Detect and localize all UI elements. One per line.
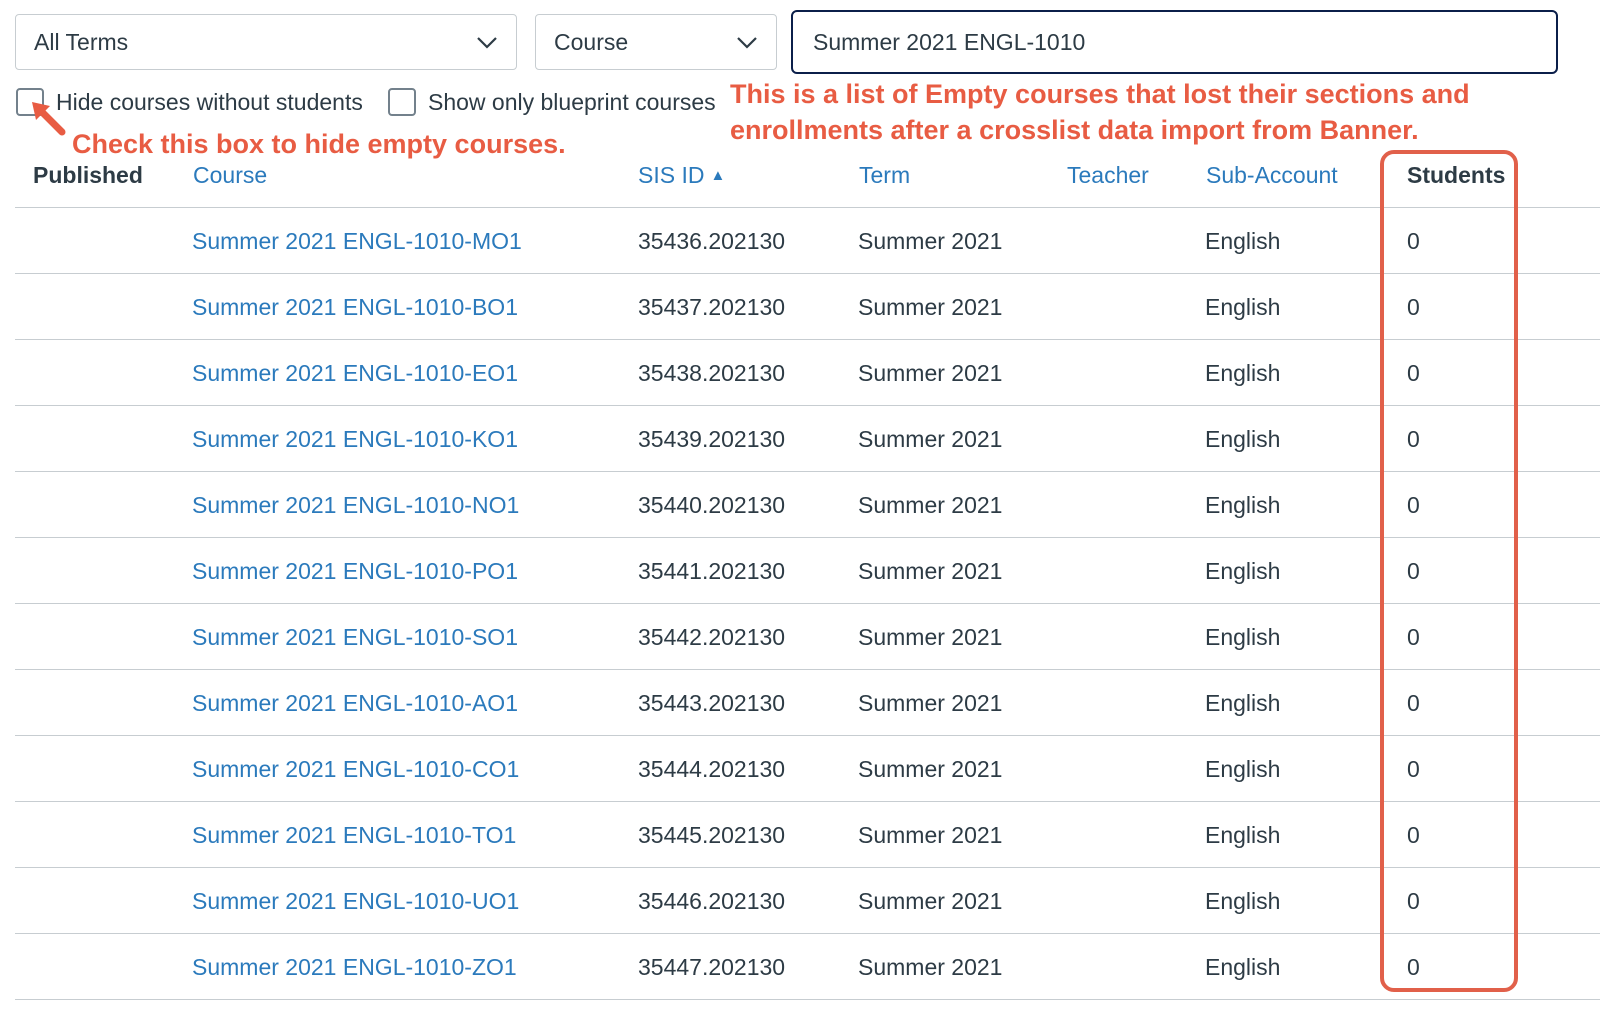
table-row: Summer 2021 ENGL-1010-BO1 35437.202130 Sum… xyxy=(0,274,1600,340)
sis-id-cell: 35438.202130 xyxy=(638,360,786,386)
chevron-down-icon xyxy=(737,37,757,49)
students-count-cell: 0 xyxy=(1407,426,1420,452)
sub-account-cell: English xyxy=(1205,888,1281,914)
course-link[interactable]: Summer 2021 ENGL-1010-KO1 xyxy=(192,426,518,453)
term-cell: Summer 2021 xyxy=(858,492,1003,518)
sub-account-cell: English xyxy=(1205,954,1281,980)
term-cell: Summer 2021 xyxy=(858,822,1003,848)
sub-account-cell: English xyxy=(1205,822,1281,848)
term-cell: Summer 2021 xyxy=(858,756,1003,782)
course-link[interactable]: Summer 2021 ENGL-1010-AO1 xyxy=(192,690,518,717)
search-type-value: Course xyxy=(554,28,629,55)
students-count-cell: 0 xyxy=(1407,228,1420,254)
column-header-term[interactable]: Term xyxy=(859,162,910,189)
table-row: Summer 2021 ENGL-1010-MO1 35436.202130 Sum… xyxy=(0,208,1600,274)
term-cell: Summer 2021 xyxy=(858,624,1003,650)
students-count-cell: 0 xyxy=(1407,690,1420,716)
students-count-cell: 0 xyxy=(1407,558,1420,584)
column-header-published: Published xyxy=(33,162,143,188)
pointer-arrow-icon xyxy=(32,102,66,136)
course-link[interactable]: Summer 2021 ENGL-1010-NO1 xyxy=(192,492,519,519)
search-type-select[interactable]: Course xyxy=(535,14,777,70)
term-cell: Summer 2021 xyxy=(858,228,1003,254)
term-select[interactable]: All Terms xyxy=(15,14,517,70)
sub-account-cell: English xyxy=(1205,294,1281,320)
blueprint-only-label[interactable]: Show only blueprint courses xyxy=(428,89,716,116)
sub-account-cell: English xyxy=(1205,360,1281,386)
sis-id-cell: 35445.202130 xyxy=(638,822,786,848)
table-row: Summer 2021 ENGL-1010-AO1 35443.202130 Sum… xyxy=(0,670,1600,736)
table-row: Summer 2021 ENGL-1010-NO1 35440.202130 Sum… xyxy=(0,472,1600,538)
students-count-cell: 0 xyxy=(1407,360,1420,386)
term-cell: Summer 2021 xyxy=(858,558,1003,584)
sis-id-cell: 35444.202130 xyxy=(638,756,786,782)
course-link[interactable]: Summer 2021 ENGL-1010-SO1 xyxy=(192,624,518,651)
term-cell: Summer 2021 xyxy=(858,690,1003,716)
empty-courses-annotation: This is a list of Empty courses that los… xyxy=(730,76,1470,148)
row-divider xyxy=(15,999,1600,1000)
students-count-cell: 0 xyxy=(1407,888,1420,914)
sub-account-cell: English xyxy=(1205,756,1281,782)
sub-account-cell: English xyxy=(1205,558,1281,584)
term-cell: Summer 2021 xyxy=(858,954,1003,980)
sis-id-cell: 35437.202130 xyxy=(638,294,786,320)
table-row: Summer 2021 ENGL-1010-TO1 35445.202130 Sum… xyxy=(0,802,1600,868)
students-count-cell: 0 xyxy=(1407,756,1420,782)
table-row: Summer 2021 ENGL-1010-ZO1 35447.202130 Sum… xyxy=(0,934,1600,1000)
course-link[interactable]: Summer 2021 ENGL-1010-CO1 xyxy=(192,756,519,783)
sis-id-cell: 35436.202130 xyxy=(638,228,786,254)
blueprint-only-checkbox[interactable] xyxy=(388,88,416,116)
column-header-sis-id[interactable]: SIS ID ▲ xyxy=(638,162,725,189)
sis-id-cell: 35447.202130 xyxy=(638,954,786,980)
sis-id-cell: 35443.202130 xyxy=(638,690,786,716)
column-header-course[interactable]: Course xyxy=(193,162,267,189)
chevron-down-icon xyxy=(477,37,497,49)
course-link[interactable]: Summer 2021 ENGL-1010-PO1 xyxy=(192,558,518,585)
table-row: Summer 2021 ENGL-1010-SO1 35442.202130 Sum… xyxy=(0,604,1600,670)
course-link[interactable]: Summer 2021 ENGL-1010-UO1 xyxy=(192,888,519,915)
sis-id-cell: 35441.202130 xyxy=(638,558,786,584)
annotation-line: This is a list of Empty courses that los… xyxy=(730,79,1470,109)
checkbox-annotation: Check this box to hide empty courses. xyxy=(72,129,566,159)
course-link[interactable]: Summer 2021 ENGL-1010-BO1 xyxy=(192,294,518,321)
course-link[interactable]: Summer 2021 ENGL-1010-MO1 xyxy=(192,228,522,255)
sub-account-cell: English xyxy=(1205,492,1281,518)
sis-id-cell: 35442.202130 xyxy=(638,624,786,650)
table-row: Summer 2021 ENGL-1010-CO1 35444.202130 Sum… xyxy=(0,736,1600,802)
column-header-sub-account[interactable]: Sub-Account xyxy=(1206,162,1338,189)
term-select-value: All Terms xyxy=(34,28,129,55)
table-row: Summer 2021 ENGL-1010-KO1 35439.202130 Sum… xyxy=(0,406,1600,472)
students-count-cell: 0 xyxy=(1407,624,1420,650)
students-count-cell: 0 xyxy=(1407,294,1420,320)
search-input[interactable] xyxy=(791,10,1558,74)
annotation-line: enrollments after a crosslist data impor… xyxy=(730,115,1419,145)
hide-without-students-label[interactable]: Hide courses without students xyxy=(56,89,363,116)
course-link[interactable]: Summer 2021 ENGL-1010-EO1 xyxy=(192,360,518,387)
sub-account-cell: English xyxy=(1205,690,1281,716)
table-row: Summer 2021 ENGL-1010-UO1 35446.202130 Sum… xyxy=(0,868,1600,934)
students-count-cell: 0 xyxy=(1407,492,1420,518)
course-link[interactable]: Summer 2021 ENGL-1010-ZO1 xyxy=(192,954,517,981)
sort-ascending-icon: ▲ xyxy=(710,167,726,184)
sis-id-cell: 35439.202130 xyxy=(638,426,786,452)
term-cell: Summer 2021 xyxy=(858,360,1003,386)
table-row: Summer 2021 ENGL-1010-EO1 35438.202130 Sum… xyxy=(0,340,1600,406)
column-header-teacher[interactable]: Teacher xyxy=(1067,162,1149,189)
students-count-cell: 0 xyxy=(1407,954,1420,980)
term-cell: Summer 2021 xyxy=(858,294,1003,320)
students-count-cell: 0 xyxy=(1407,822,1420,848)
term-cell: Summer 2021 xyxy=(858,426,1003,452)
sis-id-cell: 35446.202130 xyxy=(638,888,786,914)
sis-id-header-label: SIS ID xyxy=(638,162,705,188)
table-row: Summer 2021 ENGL-1010-PO1 35441.202130 Sum… xyxy=(0,538,1600,604)
course-link[interactable]: Summer 2021 ENGL-1010-TO1 xyxy=(192,822,516,849)
sis-id-cell: 35440.202130 xyxy=(638,492,786,518)
term-cell: Summer 2021 xyxy=(858,888,1003,914)
sub-account-cell: English xyxy=(1205,624,1281,650)
column-header-students: Students xyxy=(1407,162,1506,188)
sub-account-cell: English xyxy=(1205,426,1281,452)
sub-account-cell: English xyxy=(1205,228,1281,254)
